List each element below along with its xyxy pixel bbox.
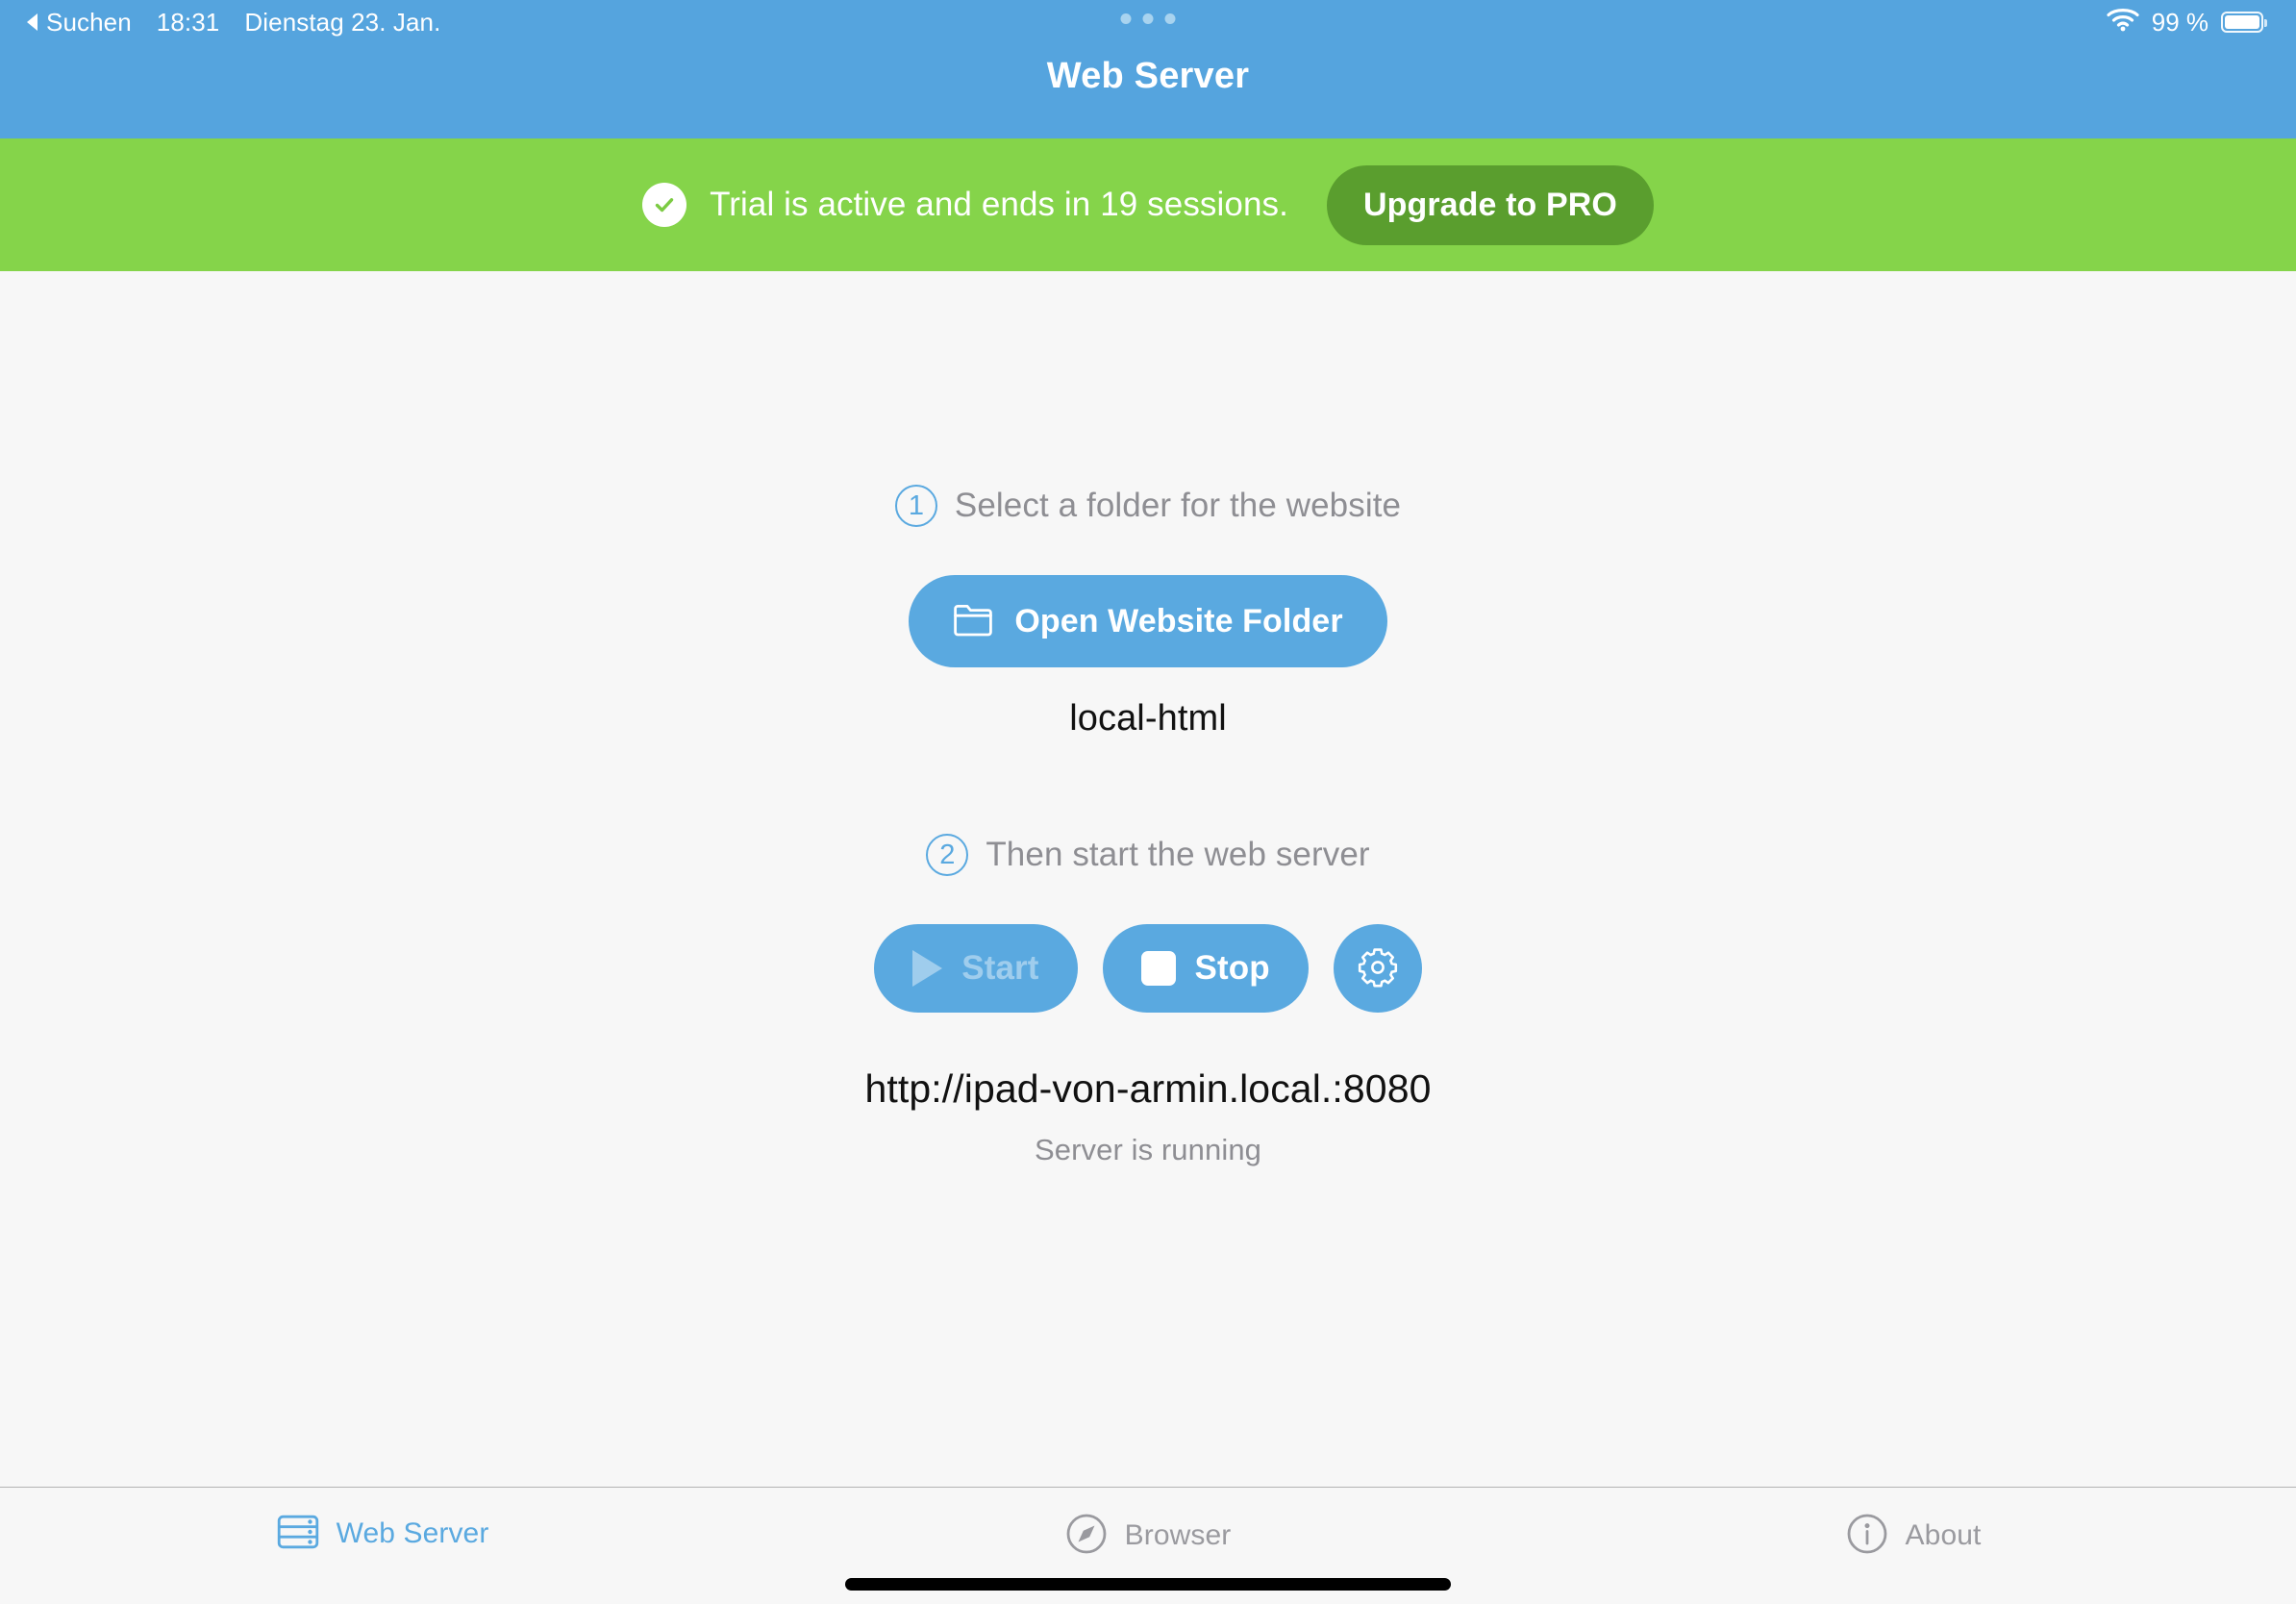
back-triangle-icon bbox=[27, 13, 37, 31]
back-label: Suchen bbox=[46, 7, 132, 37]
server-url[interactable]: http://ipad-von-armin.local.:8080 bbox=[864, 1066, 1431, 1112]
battery-fill bbox=[2225, 15, 2259, 29]
info-circle-icon bbox=[1846, 1513, 1888, 1558]
step-2-section: 2 Then start the web server bbox=[926, 834, 1370, 876]
check-circle-icon bbox=[642, 183, 687, 227]
tab-browser-label: Browser bbox=[1124, 1518, 1232, 1551]
gear-icon bbox=[1356, 945, 1400, 992]
start-label: Start bbox=[961, 949, 1039, 987]
step-2-label: Then start the web server bbox=[986, 836, 1370, 873]
wifi-icon bbox=[2107, 7, 2139, 38]
stop-icon bbox=[1140, 951, 1176, 986]
tab-web-server[interactable]: Web Server bbox=[0, 1513, 765, 1554]
status-bar-right: 99 % bbox=[2107, 7, 2267, 38]
step-2-heading: 2 Then start the web server bbox=[926, 834, 1370, 876]
trial-banner: Trial is active and ends in 19 sessions.… bbox=[0, 138, 2296, 271]
play-icon bbox=[912, 950, 943, 987]
server-controls: Start Stop bbox=[874, 924, 1422, 1013]
open-website-folder-label: Open Website Folder bbox=[1014, 602, 1343, 639]
status-bar-left: Suchen 18:31 Dienstag 23. Jan. bbox=[27, 8, 440, 38]
multitask-dot bbox=[1142, 13, 1154, 24]
selected-folder-name: local-html bbox=[1069, 698, 1227, 739]
multitask-dot bbox=[1164, 13, 1176, 24]
step-2-number: 2 bbox=[926, 834, 969, 876]
folder-icon bbox=[953, 604, 993, 639]
page-title: Web Server bbox=[1046, 56, 1250, 96]
app-header: Suchen 18:31 Dienstag 23. Jan. 99 % Web … bbox=[0, 0, 2296, 138]
status-time: 18:31 bbox=[156, 7, 220, 37]
trial-message-group: Trial is active and ends in 19 sessions. bbox=[642, 183, 1288, 227]
step-1-number: 1 bbox=[894, 485, 937, 527]
trial-banner-content: Trial is active and ends in 19 sessions.… bbox=[642, 164, 1654, 245]
multitask-dots-icon[interactable] bbox=[1120, 13, 1176, 24]
status-date: Dienstag 23. Jan. bbox=[244, 7, 441, 37]
start-server-button[interactable]: Start bbox=[874, 924, 1078, 1013]
compass-icon bbox=[1065, 1513, 1108, 1558]
back-to-search-link[interactable]: Suchen bbox=[27, 8, 132, 38]
stop-server-button[interactable]: Stop bbox=[1102, 924, 1309, 1013]
open-website-folder-button[interactable]: Open Website Folder bbox=[909, 575, 1387, 667]
server-status-text: Server is running bbox=[1034, 1133, 1262, 1166]
stop-label: Stop bbox=[1194, 949, 1270, 987]
battery-full-icon bbox=[2221, 12, 2267, 33]
step-1-heading: 1 Select a folder for the website bbox=[894, 485, 1402, 527]
battery-percent-label: 99 % bbox=[2151, 7, 2209, 37]
tab-browser[interactable]: Browser bbox=[765, 1513, 1531, 1558]
app-screen: Suchen 18:31 Dienstag 23. Jan. 99 % Web … bbox=[0, 0, 2296, 1604]
server-settings-button[interactable] bbox=[1333, 924, 1422, 1013]
tab-about[interactable]: About bbox=[1531, 1513, 2296, 1558]
step-1-section: 1 Select a folder for the website bbox=[894, 485, 1402, 527]
tab-web-server-label: Web Server bbox=[336, 1516, 489, 1549]
upgrade-to-pro-button[interactable]: Upgrade to PRO bbox=[1326, 164, 1654, 245]
trial-message: Trial is active and ends in 19 sessions. bbox=[710, 186, 1288, 223]
multitask-dot bbox=[1120, 13, 1132, 24]
home-indicator[interactable] bbox=[845, 1578, 1451, 1591]
step-1-label: Select a folder for the website bbox=[954, 487, 1402, 524]
tab-about-label: About bbox=[1905, 1518, 1982, 1551]
server-rack-icon bbox=[277, 1513, 319, 1554]
main-content: 1 Select a folder for the website Open W… bbox=[0, 271, 2296, 1487]
